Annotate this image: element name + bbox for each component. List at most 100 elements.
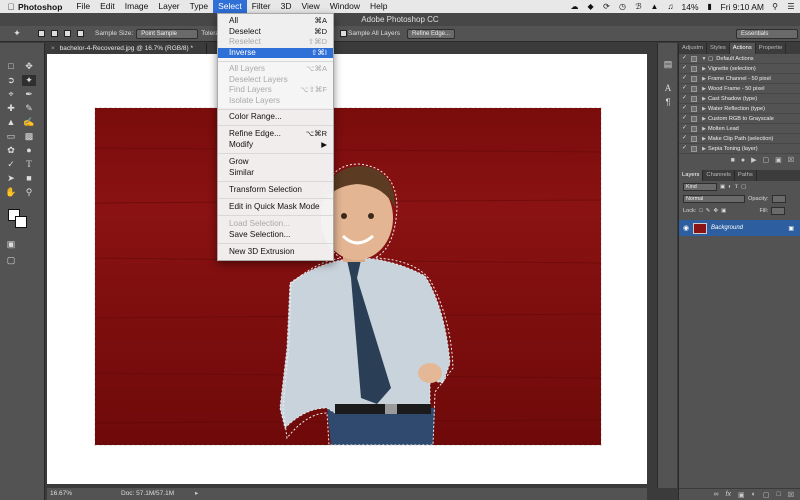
actions-group[interactable]: ✓ ▼ ▢ Default Actions bbox=[679, 54, 800, 64]
lasso-tool-icon[interactable]: ➲ bbox=[4, 75, 18, 86]
intersect-selection-mode-icon[interactable] bbox=[77, 30, 84, 37]
layer-style-icon[interactable]: fx bbox=[726, 491, 731, 498]
record-icon[interactable]: ● bbox=[741, 157, 745, 164]
menu-select[interactable]: Select bbox=[213, 0, 247, 13]
checkmark-icon[interactable]: ✓ bbox=[682, 135, 688, 142]
action-item[interactable]: ✓ ▶ Custom RGB to Grayscale bbox=[679, 114, 800, 124]
expand-triangle-icon[interactable]: ▶ bbox=[700, 144, 708, 154]
menu-item-deselect[interactable]: Deselect ⌘D bbox=[218, 27, 333, 38]
dialog-toggle-icon[interactable] bbox=[691, 65, 697, 72]
hand-tool-icon[interactable]: ✋ bbox=[4, 187, 18, 198]
delete-icon[interactable]: ☒ bbox=[788, 156, 794, 164]
delete-layer-icon[interactable]: ☒ bbox=[788, 491, 794, 499]
dialog-toggle-icon[interactable] bbox=[691, 95, 697, 102]
menu-file[interactable]: File bbox=[71, 0, 95, 13]
tab-channels[interactable]: Channels bbox=[703, 170, 735, 181]
visibility-eye-icon[interactable]: ◉ bbox=[679, 224, 693, 232]
dialog-toggle-icon[interactable] bbox=[691, 55, 697, 62]
checkmark-icon[interactable]: ✓ bbox=[682, 65, 688, 72]
menu-item-load-selection[interactable]: Load Selection... bbox=[218, 219, 333, 230]
notification-center-icon[interactable]: ☰ bbox=[786, 2, 796, 11]
menu-item-similar[interactable]: Similar bbox=[218, 168, 333, 179]
screen-mode-icon[interactable]: ▢ bbox=[4, 255, 18, 266]
lock-position-icon[interactable]: ✥ bbox=[713, 208, 718, 214]
layer-row-background[interactable]: ◉ Background ▣ bbox=[679, 220, 800, 236]
sample-all-layers-checkbox[interactable] bbox=[340, 30, 347, 37]
menu-help[interactable]: Help bbox=[365, 0, 392, 13]
action-item[interactable]: ✓ ▶ Vignette (selection) bbox=[679, 64, 800, 74]
expand-triangle-icon[interactable]: ▶ bbox=[700, 104, 708, 114]
checkmark-icon[interactable]: ✓ bbox=[682, 125, 688, 132]
path-selection-tool-icon[interactable]: ➤ bbox=[4, 173, 18, 184]
adjustment-layer-icon[interactable]: ◐ bbox=[752, 491, 756, 498]
refine-edge-button[interactable]: Refine Edge... bbox=[407, 28, 456, 39]
pen-tool-icon[interactable]: ✓ bbox=[4, 159, 18, 170]
blend-mode-select[interactable]: Normal bbox=[683, 195, 745, 203]
add-selection-mode-icon[interactable] bbox=[51, 30, 58, 37]
menu-item-save-selection[interactable]: Save Selection... bbox=[218, 230, 333, 241]
checkmark-icon[interactable]: ✓ bbox=[682, 75, 688, 82]
dialog-toggle-icon[interactable] bbox=[691, 145, 697, 152]
adjustment-filter-icon[interactable]: ◐ bbox=[728, 184, 731, 190]
lock-all-icon[interactable]: ▣ bbox=[721, 208, 726, 214]
expand-triangle-icon[interactable]: ▶ bbox=[700, 64, 708, 74]
character-panel-icon[interactable]: A bbox=[661, 83, 675, 94]
type-tool-icon[interactable]: T bbox=[22, 159, 36, 170]
eyedropper-tool-icon[interactable]: ✒ bbox=[22, 89, 36, 100]
action-item[interactable]: ✓ ▶ Wood Frame - 50 pixel bbox=[679, 84, 800, 94]
menu-view[interactable]: View bbox=[296, 0, 324, 13]
type-filter-icon[interactable]: T bbox=[735, 184, 738, 190]
menu-item-color-range[interactable]: Color Range... bbox=[218, 112, 333, 123]
expand-triangle-icon[interactable]: ▶ bbox=[700, 74, 708, 84]
layer-kind-filter[interactable]: Kind bbox=[683, 183, 717, 191]
brush-tool-icon[interactable]: ✎ bbox=[22, 103, 36, 114]
menu-item-reselect[interactable]: Reselect ⇧⌘D bbox=[218, 37, 333, 48]
dodge-tool-icon[interactable]: ● bbox=[22, 145, 36, 156]
expand-triangle-icon[interactable]: ▼ bbox=[700, 54, 708, 64]
menu-edit[interactable]: Edit bbox=[95, 0, 120, 13]
spotlight-search-icon[interactable]: ⚲ bbox=[770, 2, 780, 11]
background-color-swatch[interactable] bbox=[15, 216, 27, 228]
menu-type[interactable]: Type bbox=[185, 0, 213, 13]
menu-item-find-layers[interactable]: Find Layers ⌥⇧⌘F bbox=[218, 85, 333, 96]
eraser-tool-icon[interactable]: ▭ bbox=[4, 131, 18, 142]
action-item[interactable]: ✓ ▶ Water Reflection (type) bbox=[679, 104, 800, 114]
menu-item-new-3d-extrusion[interactable]: New 3D Extrusion bbox=[218, 247, 333, 258]
lock-transparent-icon[interactable]: □ bbox=[699, 208, 702, 214]
dialog-toggle-icon[interactable] bbox=[691, 85, 697, 92]
zoom-tool-icon[interactable]: ⚲ bbox=[22, 187, 36, 198]
history-brush-tool-icon[interactable]: ✍ bbox=[22, 117, 36, 128]
rectangle-tool-icon[interactable]: ■ bbox=[22, 173, 36, 184]
tab-layers[interactable]: Layers bbox=[679, 170, 704, 181]
menu-item-grow[interactable]: Grow bbox=[218, 157, 333, 168]
menu-item-all-layers[interactable]: All Layers ⌥⌘A bbox=[218, 64, 333, 75]
menu-filter[interactable]: Filter bbox=[247, 0, 276, 13]
action-item[interactable]: ✓ ▶ Molten Lead bbox=[679, 124, 800, 134]
gradient-tool-icon[interactable]: ▩ bbox=[22, 131, 36, 142]
marquee-tool-icon[interactable]: □ bbox=[4, 61, 18, 72]
subtract-selection-mode-icon[interactable] bbox=[64, 30, 71, 37]
action-item[interactable]: ✓ ▶ Frame Channel - 50 pixel bbox=[679, 74, 800, 84]
crop-tool-icon[interactable]: ⌖ bbox=[4, 89, 18, 100]
checkmark-icon[interactable]: ✓ bbox=[682, 55, 688, 62]
action-item[interactable]: ✓ ▶ Make Clip Path (selection) bbox=[679, 134, 800, 144]
action-item[interactable]: ✓ ▶ Sepia Toning (layer) bbox=[679, 144, 800, 154]
volume-icon[interactable]: ♫ bbox=[666, 2, 676, 11]
apple-icon[interactable]:  bbox=[4, 2, 18, 12]
zoom-level[interactable]: 16.67% bbox=[50, 490, 72, 497]
opacity-field[interactable] bbox=[771, 195, 786, 203]
checkmark-icon[interactable]: ✓ bbox=[682, 145, 688, 152]
move-tool-icon[interactable]: ✥ bbox=[22, 61, 36, 72]
creative-cloud-icon[interactable]: ☁ bbox=[570, 2, 580, 11]
new-action-icon[interactable]: ▣ bbox=[775, 156, 782, 164]
menu-item-deselect-layers[interactable]: Deselect Layers bbox=[218, 75, 333, 86]
stop-icon[interactable]: ■ bbox=[731, 157, 735, 164]
status-arrow-icon[interactable]: ▸ bbox=[195, 488, 198, 500]
dropbox-icon[interactable]: ◆ bbox=[586, 2, 596, 11]
lock-pixels-icon[interactable]: ✎ bbox=[706, 208, 711, 214]
paragraph-panel-icon[interactable]: ¶ bbox=[661, 97, 675, 108]
new-selection-mode-icon[interactable] bbox=[38, 30, 45, 37]
new-set-icon[interactable]: ▢ bbox=[762, 156, 769, 164]
new-layer-icon[interactable]: □ bbox=[776, 491, 780, 498]
expand-triangle-icon[interactable]: ▶ bbox=[700, 94, 708, 104]
